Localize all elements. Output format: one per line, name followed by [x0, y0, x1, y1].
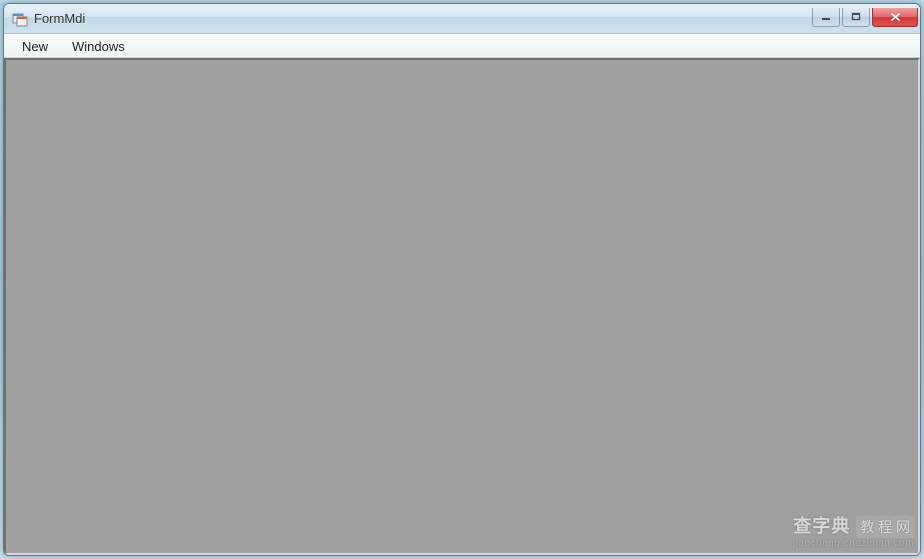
titlebar[interactable]: FormMdi	[4, 4, 920, 34]
maximize-icon	[851, 12, 862, 22]
mdi-client-area	[4, 58, 920, 555]
close-icon	[890, 12, 901, 22]
app-icon	[12, 11, 28, 27]
menu-windows[interactable]: Windows	[60, 36, 137, 57]
app-window: FormMdi New Windows	[3, 3, 921, 556]
close-button[interactable]	[872, 8, 918, 27]
minimize-icon	[821, 12, 832, 22]
maximize-button[interactable]	[842, 8, 870, 27]
window-controls	[812, 8, 918, 27]
minimize-button[interactable]	[812, 8, 840, 27]
menubar: New Windows	[4, 34, 920, 58]
menu-new[interactable]: New	[10, 36, 60, 57]
window-title: FormMdi	[34, 11, 812, 26]
